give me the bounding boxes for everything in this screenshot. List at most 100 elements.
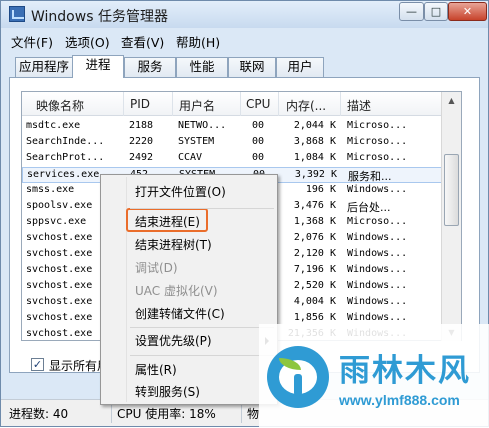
menu-options[interactable]: 选项(O) xyxy=(65,32,110,51)
status-cpu-usage: CPU 使用率: 18% xyxy=(117,407,216,421)
column-image-name[interactable]: 映像名称 xyxy=(36,97,84,114)
column-cpu[interactable]: CPU xyxy=(246,97,270,111)
tab-users[interactable]: 用户 xyxy=(276,57,324,77)
cell-desc: Microso... xyxy=(347,136,408,147)
cell-mem: 3,392 K xyxy=(294,169,337,180)
menu-separator xyxy=(130,208,274,209)
column-divider[interactable] xyxy=(340,92,341,116)
tab-services[interactable]: 服务 xyxy=(124,57,176,77)
cell-desc: Microso... xyxy=(347,120,408,131)
cell-desc: Microso... xyxy=(347,152,408,163)
cell-desc: Windows... xyxy=(347,312,408,323)
cell-mem: 1,084 K xyxy=(293,152,336,163)
watermark-title: 雨林木风 xyxy=(339,353,471,389)
context-menu: 打开文件位置(O) 结束进程(E) 结束进程树(T) 调试(D) UAC 虚拟化… xyxy=(100,174,278,405)
status-divider xyxy=(241,403,242,423)
cell-name: spoolsv.exe xyxy=(26,200,93,211)
menu-uac-virtualization: UAC 虚拟化(V) xyxy=(135,284,218,298)
cell-desc: Windows... xyxy=(347,280,408,291)
cell-mem: 196 K xyxy=(305,184,336,195)
menu-separator xyxy=(130,355,274,356)
cell-mem: 1,856 K xyxy=(293,312,336,323)
cell-mem: 2,044 K xyxy=(293,120,336,131)
cell-desc: Windows... xyxy=(347,296,408,307)
status-memory: 物 xyxy=(247,407,260,421)
menu-end-process-tree[interactable]: 结束进程树(T) xyxy=(135,236,212,253)
vertical-scrollbar[interactable]: ▲ ▼ xyxy=(441,92,461,341)
menu-open-file-location[interactable]: 打开文件位置(O) xyxy=(135,183,226,200)
menu-file[interactable]: 文件(F) xyxy=(11,32,53,51)
cell-mem: 7,196 K xyxy=(293,264,336,275)
cell-name: svchost.exe xyxy=(26,328,93,339)
menu-view[interactable]: 查看(V) xyxy=(121,32,164,51)
cell-name: sppsvc.exe xyxy=(26,216,87,227)
menu-separator xyxy=(130,327,274,328)
cell-name: smss.exe xyxy=(26,184,75,195)
cell-mem: 2,520 K xyxy=(293,280,336,291)
tab-applications[interactable]: 应用程序 xyxy=(15,57,73,77)
watermark: 雨林木风 www.ylmf888.com xyxy=(259,324,489,428)
minimize-button[interactable]: — xyxy=(399,2,424,21)
column-divider[interactable] xyxy=(278,92,279,116)
cell-name: svchost.exe xyxy=(26,248,93,259)
cell-desc: Windows... xyxy=(347,248,408,259)
menu-properties[interactable]: 属性(R) xyxy=(135,361,177,378)
maximize-button[interactable]: □ xyxy=(424,2,448,21)
cell-user: NETWO... xyxy=(178,120,227,131)
cell-name: svchost.exe xyxy=(26,264,93,275)
title-bar[interactable]: Windows 任务管理器 — □ ✕ xyxy=(1,1,488,28)
cell-mem: 2,120 K xyxy=(293,248,336,259)
menu-create-dump-file[interactable]: 创建转储文件(C) xyxy=(135,305,225,322)
cell-desc: Windows... xyxy=(347,184,408,195)
tab-performance[interactable]: 性能 xyxy=(176,57,228,77)
column-divider[interactable] xyxy=(123,92,124,116)
cell-desc: 服务和... xyxy=(348,170,392,183)
watermark-url: www.ylmf888.com xyxy=(339,392,460,408)
scroll-up-arrow-icon[interactable]: ▲ xyxy=(442,92,461,109)
menu-bar: 文件(F) 选项(O) 查看(V) 帮助(H) xyxy=(1,29,488,51)
cell-mem: 2,076 K xyxy=(293,232,336,243)
menu-end-process[interactable]: 结束进程(E) xyxy=(135,213,200,230)
cell-name: SearchInde... xyxy=(26,136,105,147)
menu-help[interactable]: 帮助(H) xyxy=(176,32,220,51)
cell-name: svchost.exe xyxy=(26,296,93,307)
table-row[interactable]: msdtc.exe 2188 NETWO... 00 2,044 K Microso... xyxy=(22,119,461,135)
cell-desc: Windows... xyxy=(347,264,408,275)
cell-pid: 2188 xyxy=(129,120,154,131)
cell-name: SearchProt... xyxy=(26,152,105,163)
cell-user: CCAV xyxy=(178,152,203,163)
column-memory[interactable]: 内存(... xyxy=(286,97,326,114)
close-button[interactable]: ✕ xyxy=(448,2,487,21)
window-title: Windows 任务管理器 xyxy=(31,9,168,25)
cell-name: svchost.exe xyxy=(26,312,93,323)
cell-desc: Microso... xyxy=(347,216,408,227)
cell-mem: 3,476 K xyxy=(293,200,336,211)
menu-set-priority[interactable]: 设置优先级(P) xyxy=(135,332,212,349)
cell-name: svchost.exe xyxy=(26,280,93,291)
cell-desc: Windows... xyxy=(347,232,408,243)
column-divider[interactable] xyxy=(240,92,241,116)
cell-mem: 3,868 K xyxy=(293,136,336,147)
cell-name: msdtc.exe xyxy=(26,120,81,131)
tab-networking[interactable]: 联网 xyxy=(228,57,276,77)
status-process-count: 进程数: 40 xyxy=(9,407,69,421)
show-all-users-checkbox[interactable]: ✓ xyxy=(31,358,44,371)
cell-pid: 2492 xyxy=(129,152,154,163)
column-user-name[interactable]: 用户名 xyxy=(179,97,215,114)
cell-pid: 2220 xyxy=(129,136,154,147)
menu-debug: 调试(D) xyxy=(135,261,178,275)
cell-cpu: 00 xyxy=(252,120,265,131)
column-description[interactable]: 描述 xyxy=(347,97,371,114)
cell-name: services.exe xyxy=(27,169,100,180)
column-pid[interactable]: PID xyxy=(130,97,150,111)
table-row[interactable]: SearchInde... 2220 SYSTEM 00 3,868 K Microso.… xyxy=(22,135,461,151)
status-divider xyxy=(111,403,112,423)
table-row[interactable]: SearchProt... 2492 CCAV 00 1,084 K Microso... xyxy=(22,151,461,167)
scrollbar-thumb[interactable] xyxy=(444,154,459,226)
menu-go-to-service[interactable]: 转到服务(S) xyxy=(135,383,200,400)
tab-processes[interactable]: 进程 xyxy=(72,55,124,78)
cell-cpu: 00 xyxy=(252,136,265,147)
cell-desc: 后台处... xyxy=(347,201,391,214)
cell-name: svchost.exe xyxy=(26,232,93,243)
column-divider[interactable] xyxy=(172,92,173,116)
